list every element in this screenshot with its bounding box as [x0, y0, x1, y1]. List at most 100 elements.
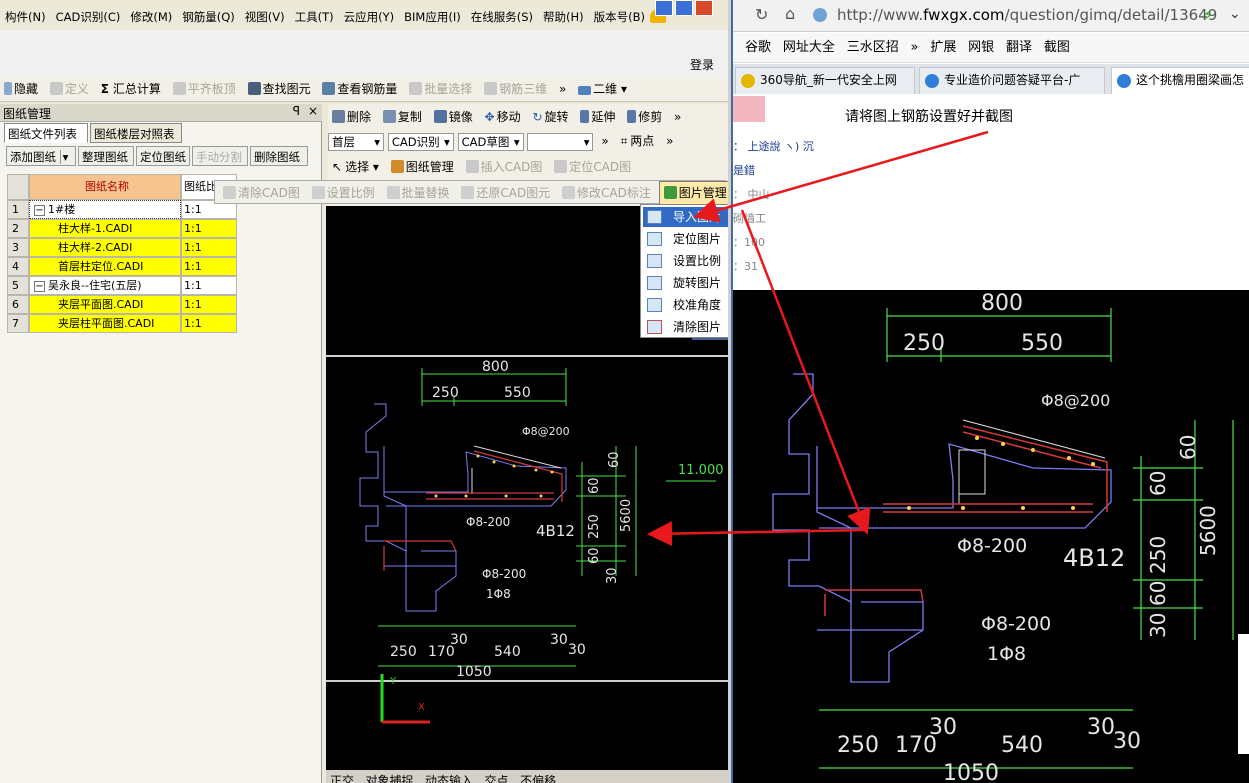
menu-item-clear-picture[interactable]: 清除图片 — [643, 317, 728, 337]
pin-icon[interactable]: ꟼ — [293, 104, 300, 118]
extend-button[interactable]: 延伸 — [576, 106, 619, 128]
rotate-button[interactable]: ↻ 旋转 — [528, 106, 572, 128]
bookmark-item[interactable]: 谷歌 — [745, 33, 771, 63]
two-points-button[interactable]: ⌗ 两点 — [616, 130, 658, 152]
screenshot-button[interactable]: 截图 — [1044, 33, 1070, 63]
collapse-icon[interactable]: − — [34, 281, 45, 292]
table-row[interactable]: 5 − 吴永良--住宅(五层) 1:1 — [7, 276, 317, 295]
menu-item[interactable]: 版本号(B) — [589, 6, 650, 28]
floor-select[interactable]: 首层 ▾ — [328, 132, 384, 151]
trim-button[interactable]: 修剪 — [623, 106, 666, 128]
ortho-toggle[interactable]: 正交 — [326, 770, 358, 783]
dropdown-arrow-icon[interactable]: ▾ — [59, 150, 69, 164]
manual-split-button[interactable]: 手动分割 — [192, 146, 248, 166]
menu-item-set-scale[interactable]: 设置比例 — [643, 251, 728, 271]
intersection-toggle[interactable]: 交点 — [481, 770, 513, 783]
picture-management-button[interactable]: 图片管理 ▾ — [658, 181, 728, 205]
login-link[interactable]: 登录 — [690, 56, 714, 73]
side-text[interactable]: 是錯 — [733, 162, 755, 178]
menu-item[interactable]: 帮助(H) — [538, 6, 589, 28]
define-button[interactable]: 定义 — [46, 78, 93, 100]
dynamic-input-toggle[interactable]: 动态输入 — [421, 770, 477, 783]
refresh-icon[interactable]: ↻ — [755, 5, 768, 24]
menu-item[interactable]: 工具(T) — [290, 6, 339, 28]
menu-item-import-picture[interactable]: 导入图片 — [643, 207, 728, 227]
menu-item[interactable]: 在线服务(S) — [466, 6, 538, 28]
url-text[interactable]: http://www.fwxgx.com/question/gimq/detai… — [837, 6, 1217, 24]
locate-cad-button[interactable]: 定位CAD图 — [550, 156, 635, 178]
side-text[interactable]: ： 上途說 ヽ) 沉 — [733, 138, 814, 154]
find-element-button[interactable]: 查找图元 — [244, 78, 315, 100]
locate-drawing-button[interactable]: 定位图纸 — [136, 146, 190, 166]
table-row[interactable]: 6 夹层平面图.CADI 1:1 — [7, 295, 317, 314]
online-bank-button[interactable]: 网银 — [968, 33, 994, 63]
tab-file-list[interactable]: 图纸文件列表 — [4, 123, 88, 143]
sum-calc-button[interactable]: Σ 汇总计算 — [97, 78, 165, 100]
menu-item[interactable]: 云应用(Y) — [339, 6, 400, 28]
object-snap-toggle[interactable]: 对象捕捉 — [362, 770, 418, 783]
eraser-icon — [332, 110, 345, 123]
collapse-icon[interactable]: − — [34, 205, 45, 216]
view-mode-dropdown[interactable]: 二维 ▾ — [574, 78, 631, 100]
user-avatar[interactable] — [733, 96, 765, 122]
menu-item-locate-picture[interactable]: 定位图片 — [643, 229, 728, 249]
table-row[interactable]: 7 夹层柱平面图.CADI 1:1 — [7, 314, 317, 333]
restore-cad-button[interactable]: 还原CAD图元 — [457, 182, 554, 204]
menu-item-rotate-picture[interactable]: 旋转图片 — [643, 273, 728, 293]
batch-select-button[interactable]: 批量选择 — [405, 78, 476, 100]
rebar-3d-button[interactable]: 钢筋三维 — [480, 78, 551, 100]
table-row[interactable]: 3 柱大样-2.CADI 1:1 — [7, 238, 317, 257]
modify-cad-label-button[interactable]: 修改CAD标注 — [558, 182, 655, 204]
hide-button[interactable]: 隐藏 — [0, 78, 42, 100]
copy-button[interactable]: 复制 — [379, 106, 426, 128]
add-drawing-button[interactable]: 添加图纸 ▾ — [6, 146, 76, 166]
menu-item[interactable]: BIM应用(I) — [399, 6, 466, 28]
organize-drawing-button[interactable]: 整理图纸 — [78, 146, 134, 166]
menu-item[interactable]: 钢筋量(Q) — [177, 6, 240, 28]
menu-item[interactable]: 修改(M) — [125, 6, 177, 28]
table-row[interactable]: 4 首层柱定位.CADI 1:1 — [7, 257, 317, 276]
flat-board-button[interactable]: 平齐板顶 — [169, 78, 240, 100]
browser-tab[interactable]: 360导航_新一代安全上网 — [735, 67, 915, 94]
browser-tab[interactable]: 专业造价问题答疑平台-广 — [919, 67, 1105, 94]
cad-recog-select[interactable]: CAD识别 ▾ — [387, 132, 454, 151]
drawing-mgmt-button[interactable]: 图纸管理 — [387, 156, 458, 178]
mirror-button[interactable]: 镜像 — [430, 106, 477, 128]
menu-item-calibrate-angle[interactable]: 校准角度 — [643, 295, 728, 315]
batch-replace-button[interactable]: 批量替换 — [383, 182, 454, 204]
extensions-button[interactable]: 扩展 — [930, 33, 956, 63]
home-icon[interactable]: ⌂ — [785, 4, 795, 23]
delete-button[interactable]: 删除 — [328, 106, 375, 128]
set-scale-button[interactable]: 设置比例 — [308, 182, 379, 204]
close-icon[interactable]: × — [308, 104, 318, 118]
toolbar-overflow-button[interactable]: » — [670, 106, 685, 128]
toolbar-overflow-button[interactable]: » — [555, 78, 570, 100]
move-button[interactable]: ✥ 移动 — [481, 106, 525, 128]
dim-label: 30 — [550, 632, 568, 648]
bookmark-overflow[interactable]: » — [911, 33, 919, 63]
clear-cad-button[interactable]: 清除CAD图 — [219, 182, 304, 204]
bookmark-item[interactable]: 三水区招 — [847, 33, 899, 63]
tab-floor-mapping[interactable]: 图纸楼层对照表 — [90, 123, 182, 143]
select-button[interactable]: ↖ 选择 ▾ — [328, 156, 383, 178]
bookmark-item[interactable]: 网址大全 — [783, 33, 835, 63]
maximize-icon[interactable] — [675, 0, 693, 16]
table-row[interactable]: 2 柱大样-1.CADI 1:1 — [7, 219, 317, 238]
move-icon: ✥ — [484, 110, 495, 124]
close-icon[interactable] — [695, 0, 713, 16]
menu-item[interactable]: 构件(N) — [0, 6, 51, 28]
lightning-icon[interactable]: ⚡ — [1203, 6, 1214, 24]
view-rebar-button[interactable]: 查看钢筋量 — [318, 78, 401, 100]
column-header-name[interactable]: 图纸名称 — [29, 174, 181, 200]
menu-item[interactable]: CAD识别(C) — [51, 6, 126, 28]
browser-tab-active[interactable]: 这个挑檐用圈梁画怎 — [1111, 67, 1249, 94]
delete-drawing-button[interactable]: 删除图纸 — [250, 146, 308, 166]
menu-item[interactable]: 视图(V) — [240, 6, 290, 28]
translate-button[interactable]: 翻译 — [1006, 33, 1032, 63]
offset-toggle[interactable]: 不偏移 — [516, 770, 560, 783]
minimize-icon[interactable] — [655, 0, 673, 16]
chevron-down-icon[interactable]: ⌄ — [1229, 6, 1241, 22]
element-select[interactable]: ▾ — [527, 132, 594, 151]
cad-draft-select[interactable]: CAD草图 ▾ — [457, 132, 524, 151]
insert-cad-button[interactable]: 插入CAD图 — [462, 156, 547, 178]
